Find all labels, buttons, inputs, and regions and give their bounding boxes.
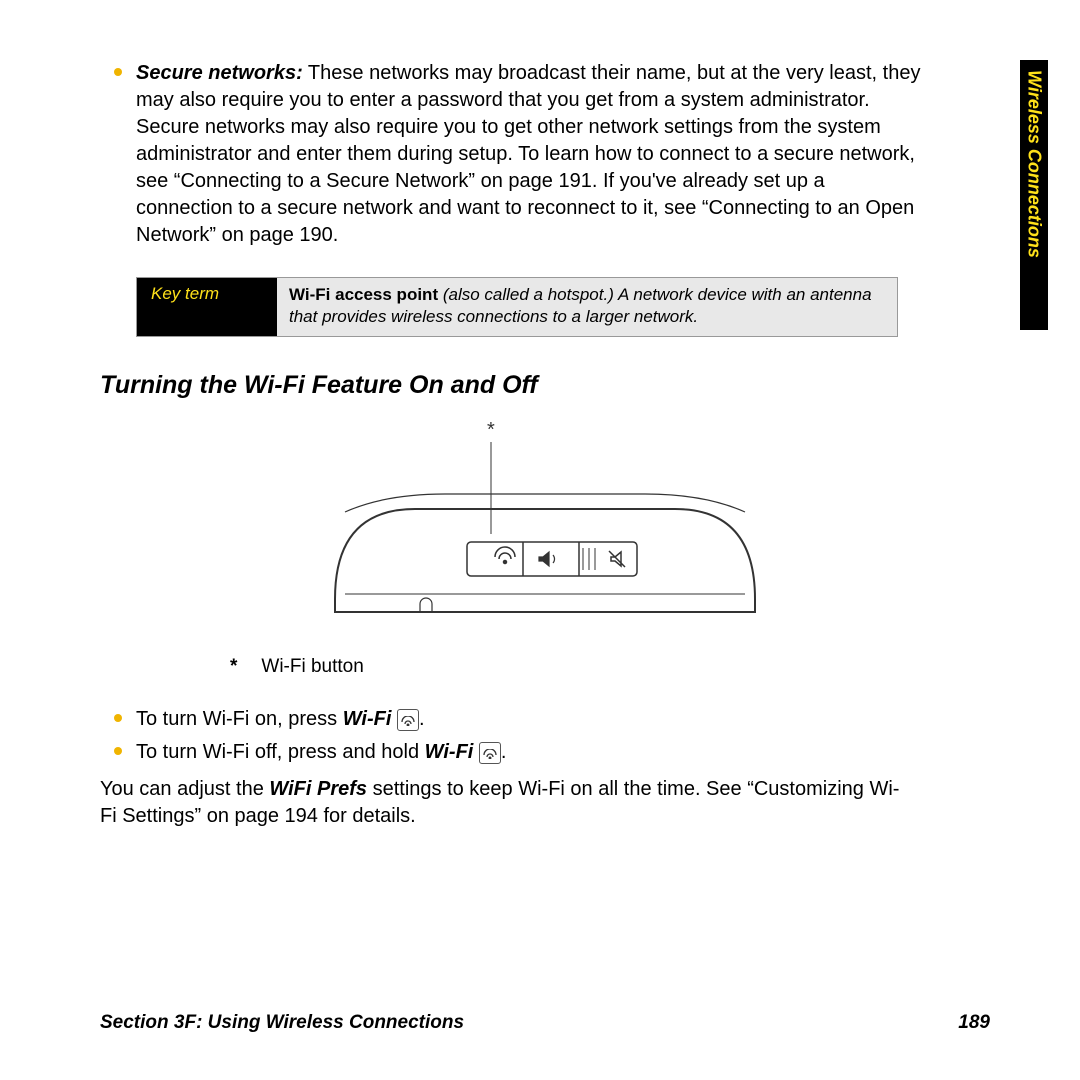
page-footer: Section 3F: Using Wireless Connections 1… — [100, 1012, 990, 1034]
legend-text: Wi-Fi button — [261, 656, 363, 678]
wifi-off-pre: To turn Wi-Fi off, press and hold — [136, 741, 425, 763]
wifi-on-pre: To turn Wi-Fi on, press — [136, 708, 343, 730]
keyterm-term: Wi-Fi access point — [289, 285, 438, 304]
bullet-wifi-on: To turn Wi-Fi on, press Wi-Fi . — [100, 706, 926, 733]
bullet-wifi-off: To turn Wi-Fi off, press and hold Wi-Fi … — [100, 739, 926, 766]
figure-legend: * Wi-Fi button — [230, 656, 990, 678]
chapter-side-tab: Wireless Connections — [1020, 60, 1048, 330]
wifi-prefs-paragraph: You can adjust the WiFi Prefs settings t… — [100, 776, 900, 830]
secure-networks-heading: Secure networks: — [136, 62, 303, 84]
wifi-button-icon — [397, 709, 419, 731]
device-illustration: * — [325, 414, 765, 644]
bullet-dot-icon — [114, 68, 122, 76]
section-heading: Turning the Wi-Fi Feature On and Off — [100, 371, 990, 400]
prefs-em: WiFi Prefs — [269, 778, 367, 800]
keyterm-body: Wi-Fi access point (also called a hotspo… — [277, 278, 897, 336]
legend-star: * — [230, 656, 237, 678]
bullet-dot-icon — [114, 747, 122, 755]
footer-page-number: 189 — [958, 1012, 990, 1034]
wifi-off-em: Wi-Fi — [425, 741, 474, 763]
svg-text:*: * — [487, 419, 495, 441]
device-figure: * — [100, 414, 990, 644]
keyterm-label: Key term — [137, 278, 277, 336]
secure-networks-text: These networks may broadcast their name,… — [136, 62, 920, 246]
wifi-on-em: Wi-Fi — [343, 708, 392, 730]
prefs-pre: You can adjust the — [100, 778, 269, 800]
bullet-dot-icon — [114, 714, 122, 722]
keyterm-box: Key term Wi-Fi access point (also called… — [136, 277, 898, 337]
footer-section: Section 3F: Using Wireless Connections — [100, 1012, 464, 1034]
bullet-secure-networks: Secure networks: These networks may broa… — [100, 60, 926, 249]
wifi-button-icon — [479, 742, 501, 764]
